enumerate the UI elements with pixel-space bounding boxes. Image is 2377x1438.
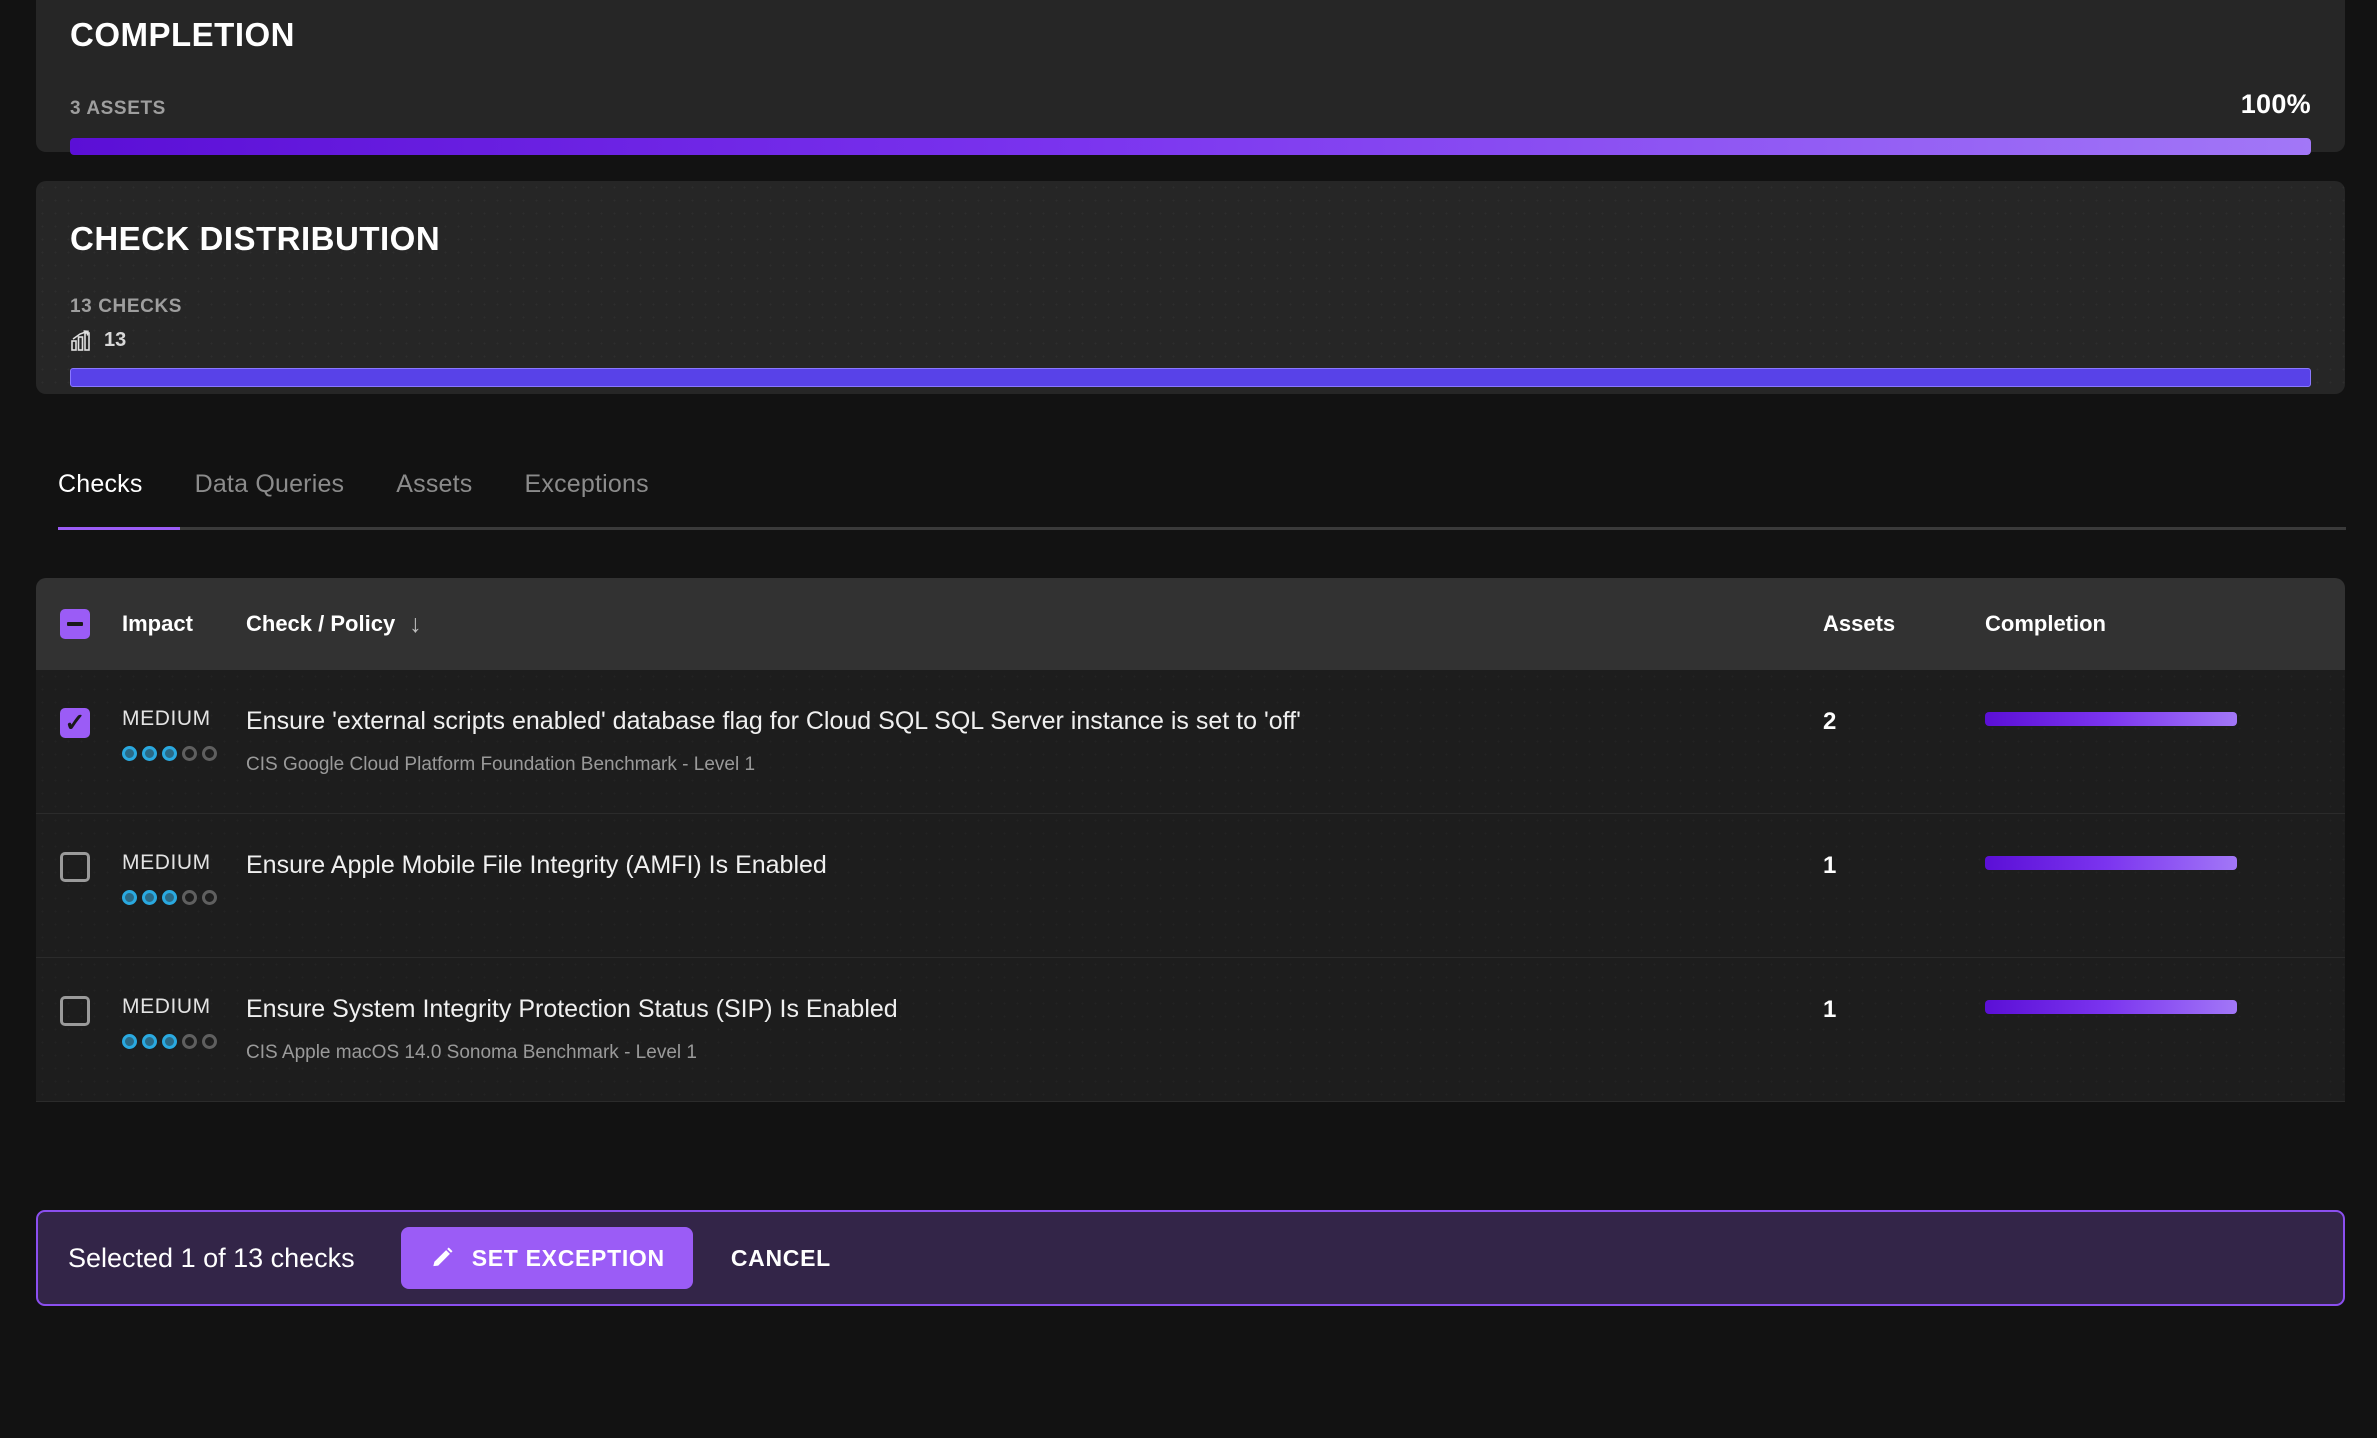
impact-dots xyxy=(122,1034,246,1049)
bar-chart-icon xyxy=(70,329,92,352)
row-completion-bar xyxy=(1985,712,2237,726)
impact-dot xyxy=(182,890,197,905)
row-select-cell xyxy=(60,996,122,1026)
row-completion-cell xyxy=(1985,852,2345,870)
set-exception-label: SET EXCEPTION xyxy=(471,1244,665,1271)
policy-subtitle: CIS Google Cloud Platform Foundation Ben… xyxy=(246,753,756,775)
impact-label: MEDIUM xyxy=(122,707,211,730)
policy-title[interactable]: Ensure Apple Mobile File Integrity (AMFI… xyxy=(246,851,1823,880)
selection-status-text: Selected 1 of 13 checks xyxy=(68,1242,355,1273)
impact-dot xyxy=(202,890,217,905)
table-header-row: Impact Check / Policy ↓ Assets Completio… xyxy=(36,578,2345,670)
impact-dot xyxy=(182,1034,197,1049)
column-header-policy[interactable]: Check / Policy ↓ xyxy=(246,611,1823,637)
impact-dot xyxy=(122,1034,137,1049)
check-distribution-card: CHECK DISTRIBUTION 13 CHECKS 13 xyxy=(36,181,2345,394)
distribution-checks-label: 13 CHECKS xyxy=(70,296,183,317)
bulk-action-bar: Selected 1 of 13 checks SET EXCEPTION CA… xyxy=(36,1210,2345,1306)
impact-dot xyxy=(182,746,197,761)
impact-label: MEDIUM xyxy=(122,851,211,874)
distribution-count-row: 13 xyxy=(70,329,2311,352)
pencil-icon xyxy=(429,1245,455,1271)
completion-progress-fill xyxy=(70,138,2311,155)
row-checkbox[interactable] xyxy=(60,852,90,882)
impact-dot xyxy=(202,1034,217,1049)
row-assets-cell: 1 xyxy=(1823,996,1985,1024)
row-impact-cell: MEDIUM xyxy=(122,852,246,905)
assets-value: 1 xyxy=(1823,852,1837,879)
page-root: COMPLETION 3 ASSETS 100% CHECK DISTRIBUT… xyxy=(0,0,2377,1410)
impact-dot xyxy=(202,746,217,761)
column-header-impact[interactable]: Impact xyxy=(122,611,246,637)
policy-subtitle: CIS Apple macOS 14.0 Sonoma Benchmark - … xyxy=(246,1041,697,1063)
cancel-button[interactable]: CANCEL xyxy=(717,1245,845,1272)
impact-dot xyxy=(162,1034,177,1049)
impact-dot xyxy=(122,890,137,905)
row-assets-cell: 2 xyxy=(1823,708,1985,736)
tab-assets[interactable]: Assets xyxy=(396,470,472,527)
select-all-cell xyxy=(60,609,122,639)
column-header-completion[interactable]: Completion xyxy=(1985,611,2345,637)
table-row[interactable]: MEDIUM Ensure Apple Mobile File Integrit… xyxy=(36,814,2345,958)
row-completion-bar xyxy=(1985,856,2237,870)
row-completion-cell xyxy=(1985,708,2345,726)
row-impact-cell: MEDIUM xyxy=(122,996,246,1049)
impact-dot xyxy=(162,890,177,905)
distribution-card-title: CHECK DISTRIBUTION xyxy=(70,220,441,257)
tab-exceptions[interactable]: Exceptions xyxy=(525,470,649,527)
table-row[interactable]: MEDIUM Ensure System Integrity Protectio… xyxy=(36,958,2345,1102)
tab-underline-track xyxy=(58,527,2346,530)
distribution-count-value: 13 xyxy=(104,329,127,351)
row-assets-cell: 1 xyxy=(1823,852,1985,880)
row-impact-cell: MEDIUM xyxy=(122,708,246,761)
assets-value: 2 xyxy=(1823,708,1837,735)
tabs-nav: Checks Data Queries Assets Exceptions xyxy=(36,470,2346,530)
column-header-assets[interactable]: Assets xyxy=(1823,611,1985,637)
completion-meta-row: 3 ASSETS 100% xyxy=(70,89,2311,120)
impact-dots xyxy=(122,890,246,905)
policy-title[interactable]: Ensure System Integrity Protection Statu… xyxy=(246,995,1823,1024)
impact-dot xyxy=(142,746,157,761)
tab-active-indicator xyxy=(58,527,180,530)
table-row[interactable]: ✓ MEDIUM Ensure 'external scripts enable… xyxy=(36,670,2345,814)
row-completion-cell xyxy=(1985,996,2345,1014)
row-policy-cell: Ensure Apple Mobile File Integrity (AMFI… xyxy=(246,851,1823,898)
minus-icon xyxy=(67,622,83,626)
distribution-bar xyxy=(70,368,2311,387)
check-icon: ✓ xyxy=(64,708,86,737)
row-checkbox[interactable] xyxy=(60,996,90,1026)
impact-dot xyxy=(122,746,137,761)
row-policy-cell: Ensure 'external scripts enabled' databa… xyxy=(246,707,1823,776)
tab-row: Checks Data Queries Assets Exceptions xyxy=(58,470,2345,527)
completion-card: COMPLETION 3 ASSETS 100% xyxy=(36,0,2345,155)
set-exception-button[interactable]: SET EXCEPTION xyxy=(400,1227,693,1289)
column-header-policy-label: Check / Policy xyxy=(246,611,396,636)
row-select-cell xyxy=(60,852,122,882)
row-checkbox[interactable]: ✓ xyxy=(60,708,90,738)
assets-value: 1 xyxy=(1823,996,1837,1023)
arrow-down-icon: ↓ xyxy=(409,609,422,638)
policy-title[interactable]: Ensure 'external scripts enabled' databa… xyxy=(246,707,1823,736)
impact-dot xyxy=(142,1034,157,1049)
distribution-meta: 13 CHECKS 13 xyxy=(70,296,2311,352)
select-all-checkbox[interactable] xyxy=(60,609,90,639)
row-completion-bar xyxy=(1985,1000,2237,1014)
tab-checks[interactable]: Checks xyxy=(58,470,143,527)
completion-assets-label: 3 ASSETS xyxy=(70,98,166,119)
impact-dots xyxy=(122,746,246,761)
impact-dot xyxy=(162,746,177,761)
impact-label: MEDIUM xyxy=(122,995,211,1018)
completion-percent-label: 100% xyxy=(2240,89,2311,119)
row-select-cell: ✓ xyxy=(60,708,122,738)
checks-table: Impact Check / Policy ↓ Assets Completio… xyxy=(36,578,2345,1102)
tab-data-queries[interactable]: Data Queries xyxy=(195,470,345,527)
impact-dot xyxy=(142,890,157,905)
row-policy-cell: Ensure System Integrity Protection Statu… xyxy=(246,995,1823,1064)
completion-card-title: COMPLETION xyxy=(70,16,295,53)
completion-progress-track xyxy=(70,138,2311,155)
